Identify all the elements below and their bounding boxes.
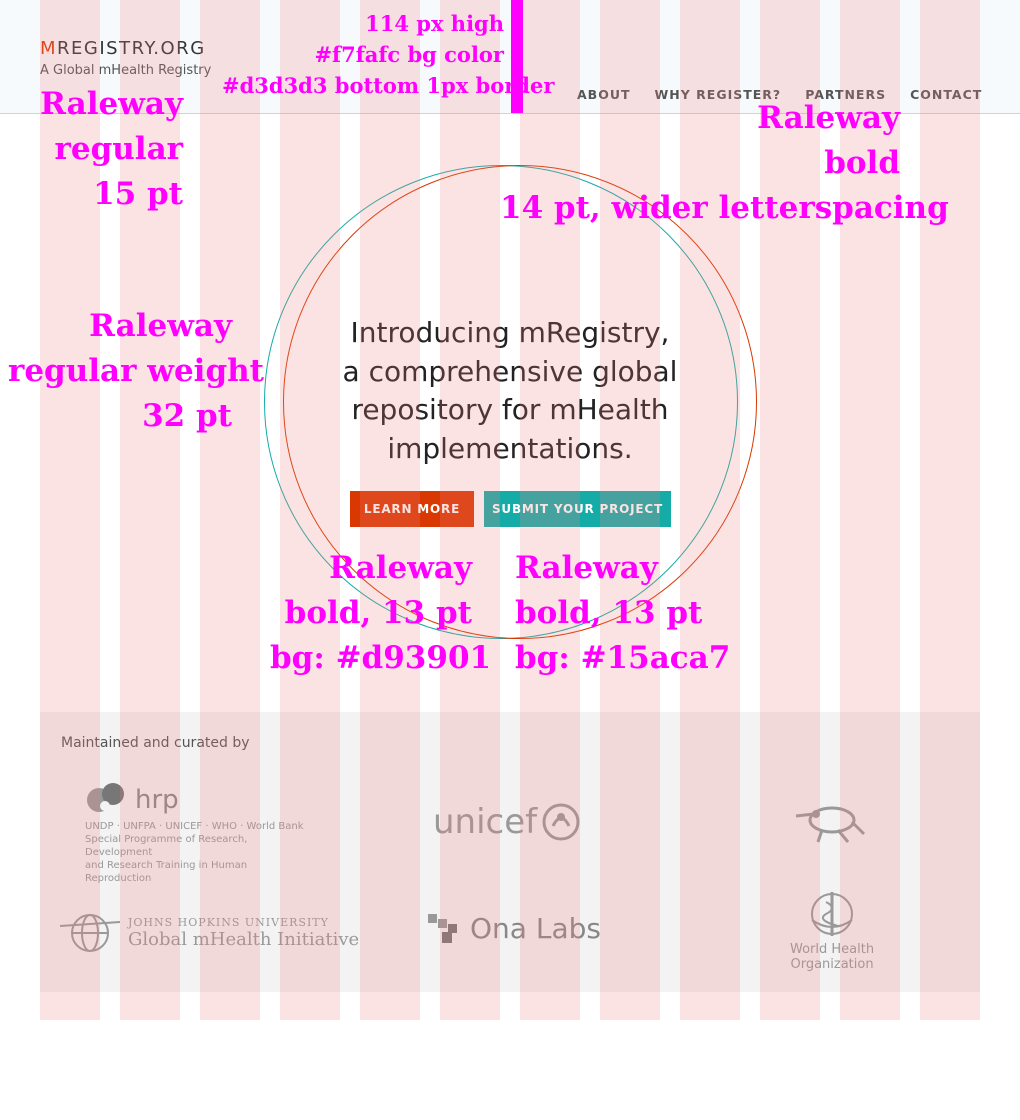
jhu-globe-icon — [60, 914, 120, 952]
logo-wordmark: MREGISTRY.ORG — [40, 38, 206, 59]
unicef-globe-icon — [542, 803, 580, 841]
site-logo[interactable]: MREGISTRY.ORG A Global mHealth Registry — [40, 38, 211, 78]
partners-section: Maintained and curated by hrp UNDP · UNF… — [40, 712, 980, 992]
logo-tagline: A Global mHealth Registry — [40, 63, 212, 78]
who-emblem-icon — [811, 892, 854, 936]
annotation-nav-font: Raleway bold 14 pt, wider letterspacing — [500, 100, 949, 226]
learn-more-button[interactable]: LEARN MORE — [350, 491, 474, 527]
hero-headline: Introducing mRegistry, a comprehensive g… — [342, 316, 678, 465]
annotation-learn-button-spec: Raleway bold, 13 pt bg: #d93901 — [270, 550, 492, 676]
curated-label: Maintained and curated by — [61, 735, 250, 751]
annotation-logo-font: Raleway regular 15 pt — [40, 86, 183, 212]
annotation-headline-font: Raleway regular weight 32 pt — [8, 308, 264, 434]
nav-contact[interactable]: CONTACT — [910, 87, 982, 102]
hrp-emblem-icon — [87, 783, 124, 812]
hrp-name: hrp — [135, 785, 179, 815]
annotation-header-spec: 114 px high #f7fafc bg color #d3d3d3 bot… — [222, 11, 555, 98]
annotation-submit-button-spec: Raleway bold, 13 pt bg: #15aca7 — [515, 550, 731, 676]
who-logo[interactable]: World Health Organization — [790, 890, 874, 972]
submit-project-button[interactable]: SUBMIT YOUR PROJECT — [484, 491, 671, 527]
ona-labs-logo[interactable]: Ona Labs — [428, 912, 601, 945]
frog-icon — [795, 806, 866, 843]
frog-logo[interactable] — [792, 800, 868, 850]
hrp-logo[interactable]: hrp UNDP · UNFPA · UNICEF · WHO · World … — [85, 780, 315, 885]
unicef-logo[interactable]: unicef — [433, 802, 581, 842]
ona-labs-icon — [428, 913, 457, 943]
jhu-logo[interactable]: JOHNS HOPKINS UNIVERSITY Global mHealth … — [60, 912, 359, 954]
